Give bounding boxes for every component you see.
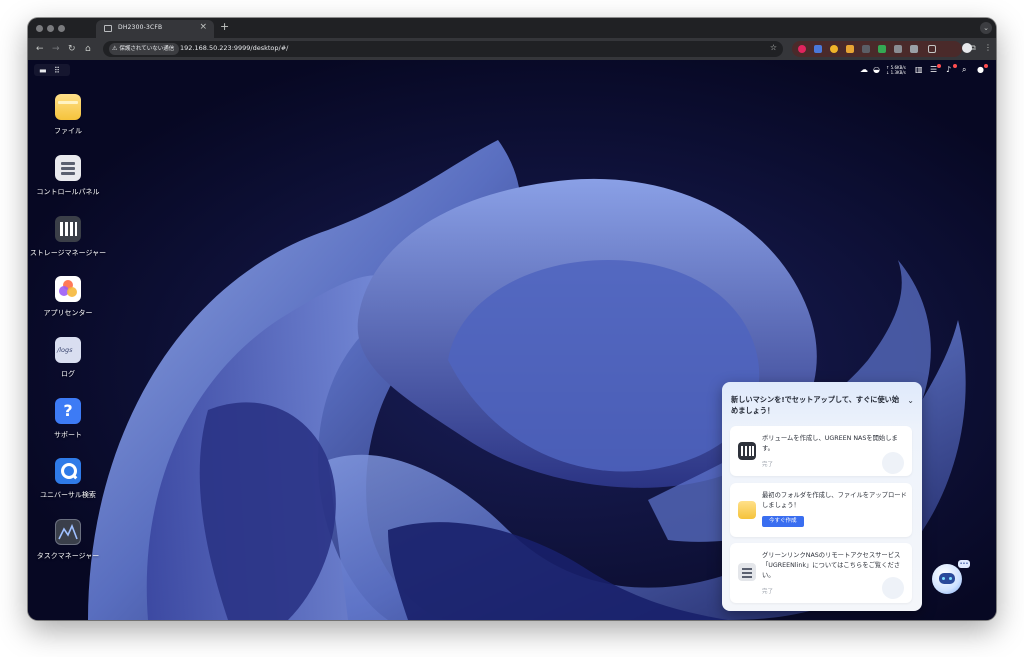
chat-bubble-icon: ••• — [958, 560, 970, 568]
security-chip[interactable]: ⚠ 保護されていない通信 — [109, 43, 180, 55]
assistant-robot-button[interactable] — [932, 564, 962, 594]
new-tab-button[interactable]: + — [220, 20, 229, 33]
desktop-icon-label: ファイル — [54, 127, 82, 135]
folder-icon — [738, 501, 756, 519]
browser-tab[interactable]: DH2300-3CFB × — [96, 20, 214, 38]
desktop-icon-label: タスクマネージャー — [36, 552, 100, 560]
tab-favicon-icon — [104, 25, 112, 32]
extension-icon-7[interactable] — [894, 45, 902, 53]
extensions-puzzle-icon[interactable] — [928, 45, 936, 53]
tab-search-button[interactable]: ⌄ — [980, 22, 992, 34]
download-speed: ↓ 1.3KB/s — [886, 70, 906, 75]
sync-cloud-icon[interactable]: ☁ — [860, 64, 868, 76]
robot-icon — [939, 573, 955, 584]
desktop-icon-label: ユニバーサル検索 — [40, 491, 96, 499]
forward-icon[interactable]: → — [52, 43, 60, 55]
network-icon[interactable]: ◒ — [873, 64, 880, 76]
tab-strip: DH2300-3CFB × + ⌄ — [28, 18, 996, 38]
desktop-icon-control-panel[interactable]: コントロールパネル — [29, 155, 107, 197]
maximize-window-button[interactable] — [58, 25, 65, 32]
minimize-window-button[interactable] — [47, 25, 54, 32]
folder-icon — [55, 94, 81, 120]
create-now-button[interactable]: 今すぐ作成 — [762, 516, 804, 527]
support-tile-text: ? — [63, 401, 73, 420]
setup-card-text: 最初のフォルダを作成し、ファイルをアップロードしましょう！ — [762, 492, 907, 509]
desktop-icon-app-center[interactable]: アプリセンター — [29, 276, 107, 318]
app-grid-icon[interactable]: ⠿ — [54, 66, 60, 75]
home-icon[interactable]: ⌂ — [85, 43, 91, 55]
search-icon[interactable]: ⌕ — [962, 64, 966, 76]
desktop-icon-label: サポート — [54, 431, 82, 439]
desktop-topbar-left: ▬ ⠿ — [34, 64, 70, 76]
bookmark-star-icon[interactable]: ☆ — [770, 43, 777, 52]
checkmark-icon — [882, 577, 904, 599]
desktop-icon-label: コントロールパネル — [36, 188, 100, 196]
setup-card-text: ボリュームを作成し、UGREEN NASを開始します。 — [762, 435, 898, 452]
task-badge — [937, 64, 941, 68]
logs-tile-text: /logs — [57, 346, 73, 354]
extension-icon-4[interactable] — [846, 45, 854, 53]
storage-icon — [738, 442, 756, 460]
setup-card-volume[interactable]: ボリュームを作成し、UGREEN NASを開始します。 完了 — [730, 426, 912, 476]
desktop-icon-universal-search[interactable]: ユニバーサル検索 — [29, 458, 107, 500]
user-badge — [984, 64, 988, 68]
desktop-icon-label: ログ — [61, 370, 75, 378]
checkmark-icon — [882, 452, 904, 474]
extensions-group — [792, 41, 962, 57]
app-center-icon — [55, 276, 81, 302]
support-icon: ? — [55, 398, 81, 424]
desktop-icon-task-manager[interactable]: タスクマネージャー — [29, 519, 107, 561]
browser-window: DH2300-3CFB × + ⌄ ← → ↻ ⌂ ⚠ 保護されていない通信 19… — [28, 18, 996, 620]
url-text[interactable]: 192.168.50.223:9999/desktop/#/ — [180, 44, 288, 52]
warning-icon: ⚠ — [112, 45, 118, 52]
nas-desktop: ▬ ⠿ ☁ ◒ ↑ 5.6KB/s ↓ 1.3KB/s ▥ ☰ ♪ ⌕ ● ファ… — [28, 60, 996, 620]
setup-card-status: 完了 — [762, 462, 774, 468]
security-label: 保護されていない通信 — [119, 46, 175, 52]
setup-guide-title: 新しいマシンを!でセットアップして、すぐに使い始めましょう！ — [731, 395, 900, 415]
setup-card-status: 完了 — [762, 589, 774, 595]
setup-card-folder[interactable]: 最初のフォルダを作成し、ファイルをアップロードしましょう！ 今すぐ作成 — [730, 483, 912, 537]
extension-icon-6[interactable] — [878, 45, 886, 53]
browser-toolbar: ← → ↻ ⌂ ⚠ 保護されていない通信 192.168.50.223:9999/… — [28, 38, 996, 60]
browser-menu-icon[interactable]: ⋮ — [984, 43, 992, 52]
tab-title: DH2300-3CFB — [118, 24, 163, 31]
back-icon[interactable]: ← — [36, 43, 44, 55]
extension-icon-5[interactable] — [862, 45, 870, 53]
system-tray: ☁ ◒ ↑ 5.6KB/s ↓ 1.3KB/s ▥ ☰ ♪ ⌕ ● — [860, 64, 990, 78]
desktop-icon-label: アプリセンター — [43, 309, 93, 317]
close-window-button[interactable] — [36, 25, 43, 32]
setup-card-text: グリーンリンクNASのリモートアクセスサービス「UGREENlink」については… — [762, 552, 901, 579]
pinterest-extension-icon[interactable] — [798, 45, 806, 53]
desktop-icon-label: ストレージマネージャー — [29, 249, 107, 257]
extension-icon-3[interactable] — [830, 45, 838, 53]
desktop-icon-support[interactable]: ? サポート — [29, 398, 107, 440]
extension-icon-8[interactable] — [910, 45, 918, 53]
control-panel-icon — [738, 563, 756, 581]
notification-badge — [953, 64, 957, 68]
task-manager-icon — [55, 519, 81, 545]
collapse-chevron-icon[interactable]: ⌄ — [907, 396, 914, 405]
desktop-icon-logs[interactable]: /logs ログ — [29, 337, 107, 379]
user-icon[interactable]: ● — [977, 64, 984, 76]
storage-icon — [55, 216, 81, 242]
search-icon — [55, 458, 81, 484]
profile-avatar[interactable] — [962, 43, 972, 53]
logs-icon: /logs — [55, 337, 81, 363]
setup-card-ugreenlink[interactable]: グリーンリンクNASのリモートアクセスサービス「UGREENlink」については… — [730, 543, 912, 603]
notification-bell-icon[interactable]: ♪ — [946, 64, 951, 76]
extension-icon-2[interactable] — [814, 45, 822, 53]
reload-icon[interactable]: ↻ — [68, 43, 76, 55]
tab-close-button[interactable]: × — [199, 22, 207, 32]
control-panel-icon — [55, 155, 81, 181]
address-bar[interactable]: ⚠ 保護されていない通信 192.168.50.223:9999/desktop/… — [103, 41, 783, 57]
widgets-icon[interactable]: ▥ — [915, 64, 923, 76]
setup-guide-panel: 新しいマシンを!でセットアップして、すぐに使い始めましょう！ ⌄ ボリュームを作… — [722, 382, 922, 611]
desktop-icon-storage-manager[interactable]: ストレージマネージャー — [29, 216, 107, 258]
desktop-icon-files[interactable]: ファイル — [29, 94, 107, 136]
show-desktop-icon[interactable]: ▬ — [39, 66, 47, 75]
